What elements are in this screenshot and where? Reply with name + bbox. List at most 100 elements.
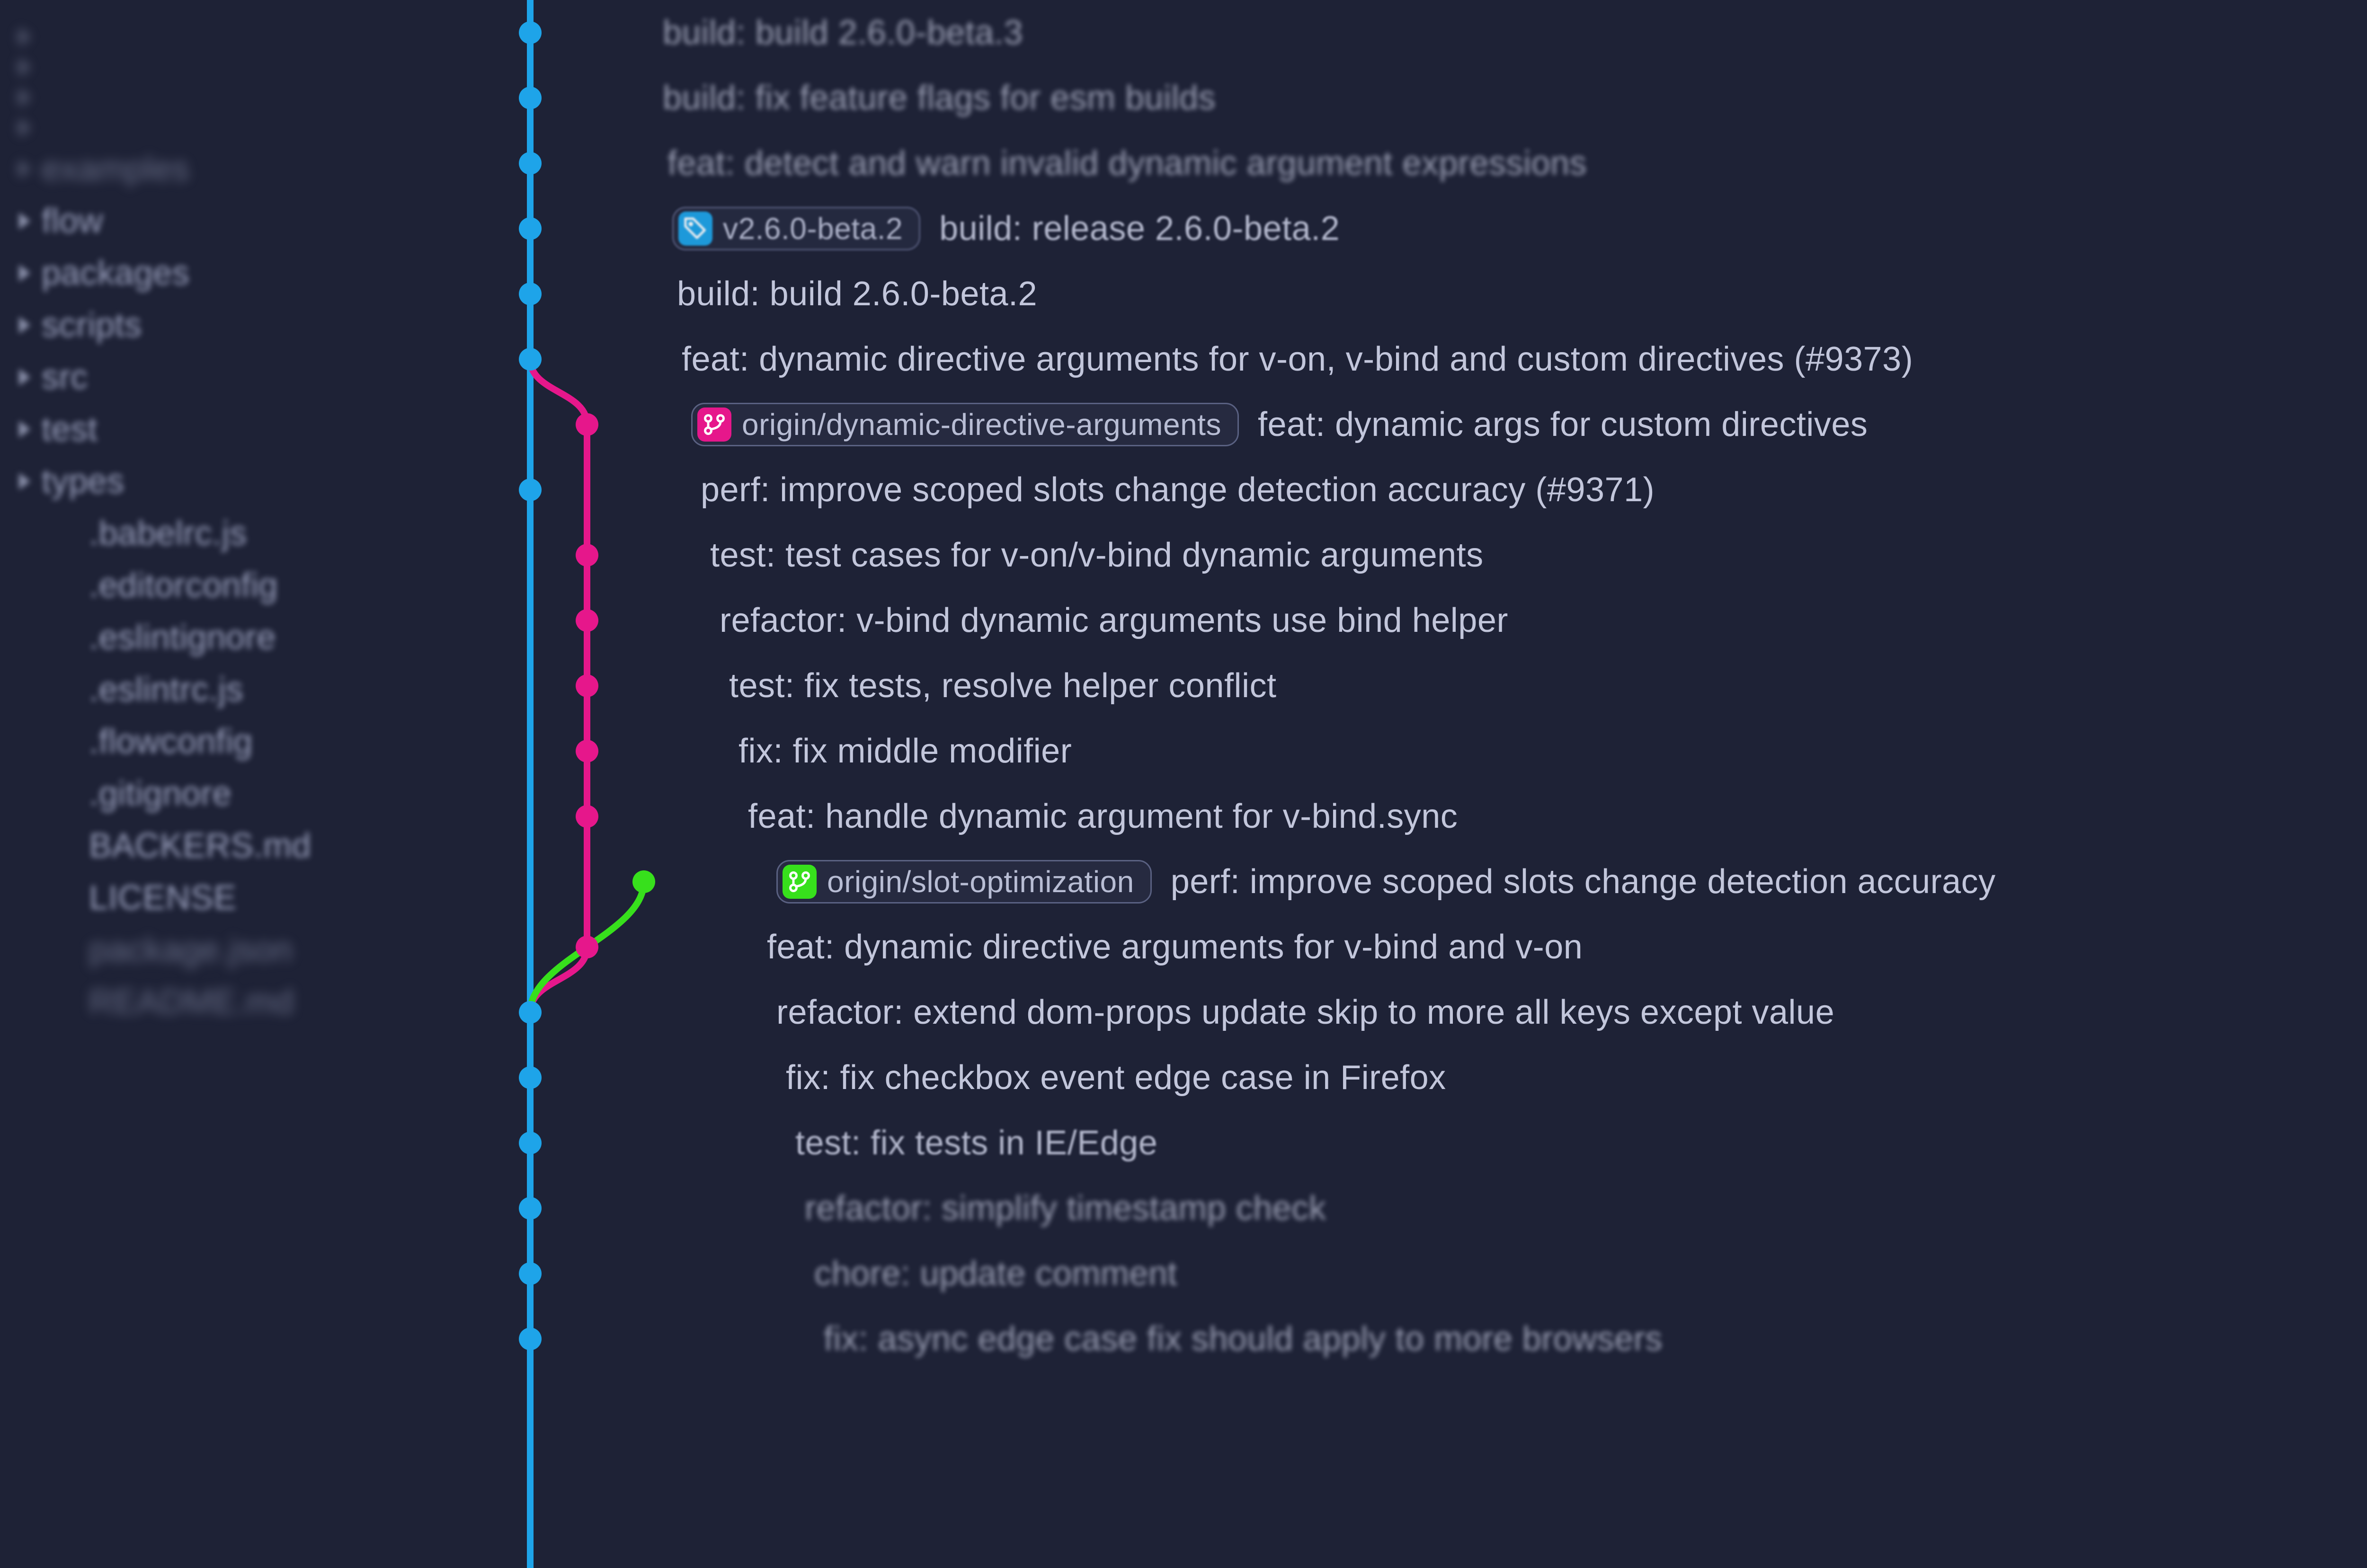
tree-item-label: src: [42, 358, 88, 397]
git-branch-icon: [783, 865, 817, 899]
commit-row[interactable]: origin/slot-optimization perf: improve sc…: [473, 849, 2367, 914]
commit-message: build: build 2.6.0-beta.2: [677, 275, 1037, 313]
tree-item-label: README.md: [89, 983, 294, 1021]
commit-row[interactable]: build: build 2.6.0-beta.3: [473, 0, 2367, 65]
file-item[interactable]: README.md: [0, 983, 473, 1021]
commit-row[interactable]: v2.6.0-beta.2 build: release 2.6.0-beta.2: [473, 196, 2367, 261]
file-item[interactable]: LICENSE: [0, 878, 473, 917]
folder-item[interactable]: src: [0, 358, 473, 397]
commit-message: test: test cases for v-on/v-bind dynamic…: [710, 536, 1484, 575]
commit-row[interactable]: fix: fix checkbox event edge case in Fir…: [473, 1045, 2367, 1110]
tree-item-label: .babelrc.js: [89, 514, 247, 553]
commit-message: fix: fix checkbox event edge case in Fir…: [786, 1058, 1446, 1097]
file-item[interactable]: .flowconfig: [0, 722, 473, 761]
badge-label: origin/slot-optimization: [827, 864, 1134, 899]
branch-badge[interactable]: origin/slot-optimization: [776, 860, 1152, 904]
chevron-right-icon: [19, 317, 30, 334]
chevron-right-icon: [19, 213, 30, 230]
tree-item-label: flow: [42, 202, 103, 240]
tree-item-label: .gitignore: [89, 774, 231, 813]
tree-item-label: packages: [42, 254, 189, 292]
git-graph-panel[interactable]: build: build 2.6.0-beta.3 build: fix feat…: [473, 0, 2367, 1568]
file-item[interactable]: package.json: [0, 930, 473, 969]
chevron-right-icon: [19, 59, 30, 76]
commit-message: test: fix tests in IE/Edge: [795, 1124, 1157, 1162]
folder-item[interactable]: [0, 119, 473, 136]
commit-row[interactable]: fix: fix middle modifier: [473, 718, 2367, 784]
commit-message: fix: fix middle modifier: [739, 732, 1072, 771]
folder-item[interactable]: [0, 89, 473, 106]
folder-item[interactable]: flow: [0, 202, 473, 240]
chevron-right-icon: [19, 28, 30, 45]
commit-message: refactor: extend dom-props update skip t…: [776, 993, 1834, 1032]
commit-message: perf: improve scoped slots change detect…: [701, 470, 1655, 509]
tree-item-label: examples: [42, 150, 189, 188]
commit-row[interactable]: chore: update comment: [473, 1241, 2367, 1306]
folder-item[interactable]: types: [0, 462, 473, 501]
chevron-right-icon: [19, 160, 30, 177]
commit-message: build: release 2.6.0-beta.2: [939, 209, 1340, 248]
chevron-right-icon: [19, 473, 30, 490]
commit-row[interactable]: build: fix feature flags for esm builds: [473, 65, 2367, 131]
commit-row[interactable]: perf: improve scoped slots change detect…: [473, 457, 2367, 523]
folder-item[interactable]: test: [0, 410, 473, 449]
chevron-right-icon: [19, 369, 30, 386]
commit-row[interactable]: test: test cases for v-on/v-bind dynamic…: [473, 523, 2367, 588]
badge-label: origin/dynamic-directive-arguments: [742, 407, 1221, 442]
tree-item-label: test: [42, 410, 98, 449]
commit-row[interactable]: refactor: simplify timestamp check: [473, 1176, 2367, 1241]
commit-row[interactable]: feat: dynamic directive arguments for v-…: [473, 914, 2367, 980]
commit-row[interactable]: feat: detect and warn invalid dynamic ar…: [473, 131, 2367, 196]
commit-row[interactable]: build: build 2.6.0-beta.2: [473, 261, 2367, 327]
file-item[interactable]: .gitignore: [0, 774, 473, 813]
badge-label: v2.6.0-beta.2: [723, 211, 903, 246]
commit-row[interactable]: fix: async edge case fix should apply to…: [473, 1306, 2367, 1372]
commit-message: feat: detect and warn invalid dynamic ar…: [667, 144, 1587, 183]
tree-item-label: LICENSE: [89, 878, 237, 917]
commit-message: chore: update comment: [814, 1254, 1177, 1293]
file-item[interactable]: .babelrc.js: [0, 514, 473, 553]
chevron-right-icon: [19, 119, 30, 136]
commit-row[interactable]: refactor: v-bind dynamic arguments use b…: [473, 588, 2367, 653]
commit-row[interactable]: test: fix tests in IE/Edge: [473, 1110, 2367, 1176]
tree-item-label: .flowconfig: [89, 722, 253, 761]
file-item[interactable]: .eslintrc.js: [0, 670, 473, 709]
commit-message: feat: handle dynamic argument for v-bind…: [748, 797, 1458, 836]
commit-message: test: fix tests, resolve helper conflict: [729, 666, 1276, 705]
commit-row[interactable]: test: fix tests, resolve helper conflict: [473, 653, 2367, 718]
file-tree[interactable]: examples flow packages scripts src test types.…: [0, 0, 473, 1568]
tree-item-label: .editorconfig: [89, 566, 278, 605]
file-item[interactable]: .eslintignore: [0, 618, 473, 657]
commit-row[interactable]: origin/dynamic-directive-arguments feat: …: [473, 392, 2367, 457]
file-item[interactable]: BACKERS.md: [0, 826, 473, 865]
branch-badge[interactable]: origin/dynamic-directive-arguments: [691, 403, 1239, 446]
folder-item[interactable]: examples: [0, 150, 473, 188]
chevron-right-icon: [19, 89, 30, 106]
file-item[interactable]: .editorconfig: [0, 566, 473, 605]
tree-item-label: types: [42, 462, 125, 501]
commit-row[interactable]: feat: handle dynamic argument for v-bind…: [473, 784, 2367, 849]
commit-row[interactable]: feat: dynamic directive arguments for v-…: [473, 327, 2367, 392]
chevron-right-icon: [19, 421, 30, 438]
commit-message: refactor: simplify timestamp check: [805, 1189, 1326, 1228]
folder-item[interactable]: scripts: [0, 306, 473, 345]
commit-message: feat: dynamic args for custom directives: [1258, 405, 1868, 444]
tree-item-label: BACKERS.md: [89, 826, 311, 865]
folder-item[interactable]: [0, 28, 473, 45]
commit-message: refactor: v-bind dynamic arguments use b…: [720, 601, 1508, 640]
folder-item[interactable]: [0, 59, 473, 76]
commit-message: perf: improve scoped slots change detect…: [1171, 862, 1996, 901]
commit-message: feat: dynamic directive arguments for v-…: [767, 928, 1583, 966]
tree-item-label: .eslintignore: [89, 618, 276, 657]
commit-row[interactable]: refactor: extend dom-props update skip t…: [473, 980, 2367, 1045]
commit-message: build: build 2.6.0-beta.3: [663, 13, 1023, 52]
chevron-right-icon: [19, 265, 30, 282]
tree-item-label: scripts: [42, 306, 142, 345]
commit-message: fix: async edge case fix should apply to…: [824, 1320, 1663, 1358]
folder-item[interactable]: packages: [0, 254, 473, 292]
commit-message: build: fix feature flags for esm builds: [663, 79, 1216, 117]
tag-badge[interactable]: v2.6.0-beta.2: [672, 207, 920, 250]
tree-item-label: .eslintrc.js: [89, 670, 243, 709]
tree-item-label: package.json: [89, 930, 293, 969]
tag-icon: [678, 212, 712, 246]
